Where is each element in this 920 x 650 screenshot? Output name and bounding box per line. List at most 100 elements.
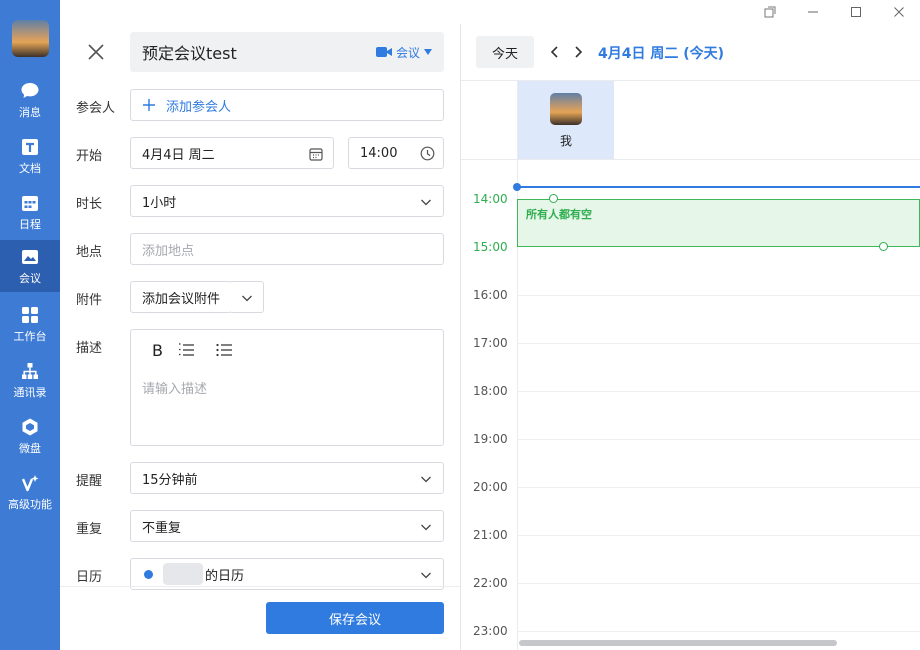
grid-line [517, 487, 920, 488]
maximize-button[interactable] [834, 0, 877, 24]
nav-contacts[interactable]: 通讯录 [0, 356, 60, 404]
start-date-value: 4月4日 周二 [142, 147, 215, 163]
time-label: 23:00 [473, 624, 508, 638]
close-icon [893, 7, 904, 17]
time-label: 20:00 [473, 480, 508, 494]
today-button[interactable]: 今天 [476, 36, 534, 68]
chevron-left-icon[interactable] [548, 44, 562, 60]
chevron-down-icon [421, 572, 431, 579]
repeat-select[interactable]: 不重复 [130, 510, 444, 542]
close-window-button[interactable] [877, 0, 920, 24]
current-time-dot [513, 183, 521, 191]
free-time-slot[interactable]: 所有人都有空 [517, 199, 920, 247]
reminder-value: 15分钟前 [142, 472, 198, 488]
attendee-row-divider [461, 159, 920, 160]
description-toolbar: B [152, 340, 232, 360]
chevron-down-icon [421, 199, 431, 206]
nav-schedule-label: 日程 [19, 217, 41, 231]
nav-workbench[interactable]: 工作台 [0, 300, 60, 348]
grid-line [517, 391, 920, 392]
attendee-name: 我 [559, 134, 572, 148]
document-icon [22, 138, 38, 155]
add-attendee-link[interactable]: 添加参会人 [166, 96, 231, 115]
grid-line [517, 583, 920, 584]
org-chart-icon [22, 362, 38, 379]
popout-button[interactable] [748, 0, 791, 24]
attendees-field[interactable]: 添加参会人 [130, 89, 444, 121]
grid-line [517, 439, 920, 440]
description-editor[interactable]: B 请输入描述 [130, 329, 444, 446]
add-attachment-button[interactable]: 添加会议附件 [130, 281, 232, 313]
meeting-title-field[interactable]: 预定会议test 会议 [130, 32, 444, 72]
grid-line [517, 295, 920, 296]
nav-drive-label: 微盘 [19, 441, 41, 455]
meeting-type-dropdown[interactable]: 会议 [375, 44, 432, 61]
time-label: 22:00 [473, 576, 508, 590]
description-label: 描述 [76, 341, 103, 356]
bullet-list-icon[interactable] [216, 343, 232, 357]
calendar-icon [22, 195, 38, 211]
footer-divider [60, 586, 460, 587]
add-attachment-label: 添加会议附件 [142, 291, 221, 307]
calendar-color-dot [144, 569, 153, 579]
calendar-value: 的日历 [205, 568, 245, 584]
grid-line [517, 343, 920, 344]
minimize-button[interactable] [791, 0, 834, 24]
nav-drive[interactable]: 微盘 [0, 412, 60, 460]
calendar-icon [309, 148, 323, 161]
user-avatar[interactable] [12, 20, 49, 57]
reminder-label: 提醒 [76, 474, 103, 489]
nav-messages[interactable]: 消息 [0, 76, 60, 124]
plus-icon [143, 99, 155, 111]
slot-end-handle[interactable] [879, 242, 888, 251]
chevron-down-icon [421, 524, 431, 531]
time-label: 18:00 [473, 384, 508, 398]
duration-label: 时长 [76, 197, 103, 212]
time-label: 21:00 [473, 528, 508, 542]
chevron-down-icon [421, 476, 431, 483]
grid-line [517, 631, 920, 632]
window-controls [748, 0, 920, 24]
numbered-list-icon[interactable] [178, 343, 194, 357]
calendar-panel: 今天 4月4日 周二 (今天) 我 14:00 15:00 16:00 17:0… [461, 0, 920, 650]
attendee-avatar [550, 93, 582, 125]
start-time-field[interactable]: 14:00 [348, 137, 444, 169]
sparkle-icon [21, 474, 39, 491]
minimize-icon [807, 11, 818, 13]
current-time-line [517, 186, 920, 188]
time-axis-divider [517, 80, 518, 650]
duration-select[interactable]: 1小时 [130, 185, 444, 217]
attendee-column-me[interactable]: 我 [518, 81, 614, 159]
horizontal-scrollbar[interactable] [519, 640, 837, 646]
sidebar: 消息 文档 日程 会议 工作台 通讯录 微盘 高级功能 [0, 0, 60, 650]
slot-start-handle[interactable] [549, 194, 558, 203]
start-label: 开始 [76, 149, 103, 164]
clock-icon [420, 146, 435, 161]
nav-advanced-label: 高级功能 [8, 497, 52, 511]
nav-meeting[interactable]: 会议 [0, 240, 60, 292]
chevron-right-icon[interactable] [571, 44, 585, 60]
meeting-form: 预定会议test 会议 参会人 添加参会人 开始 4月4日 周二 14:00 时… [60, 0, 460, 650]
location-input[interactable]: 添加地点 [130, 233, 444, 265]
start-date-field[interactable]: 4月4日 周二 [130, 137, 334, 169]
attendees-label: 参会人 [76, 101, 116, 116]
chevron-down-icon [242, 295, 252, 302]
nav-docs[interactable]: 文档 [0, 132, 60, 180]
meeting-type-label: 会议 [395, 45, 420, 60]
attachment-dropdown-button[interactable] [231, 281, 264, 313]
repeat-label: 重复 [76, 522, 103, 537]
nav-schedule[interactable]: 日程 [0, 188, 60, 236]
save-meeting-button[interactable]: 保存会议 [266, 602, 444, 634]
reminder-select[interactable]: 15分钟前 [130, 462, 444, 494]
free-slot-label: 所有人都有空 [526, 208, 592, 221]
time-label: 19:00 [473, 432, 508, 446]
caret-down-icon [424, 49, 432, 55]
video-camera-icon [375, 47, 392, 57]
close-icon[interactable] [84, 40, 108, 64]
nav-advanced[interactable]: 高级功能 [0, 468, 60, 516]
attachment-label: 附件 [76, 293, 103, 308]
nav-messages-label: 消息 [19, 105, 41, 119]
popout-icon [764, 6, 775, 18]
meeting-icon [22, 249, 38, 264]
bold-button[interactable]: B [152, 341, 178, 360]
